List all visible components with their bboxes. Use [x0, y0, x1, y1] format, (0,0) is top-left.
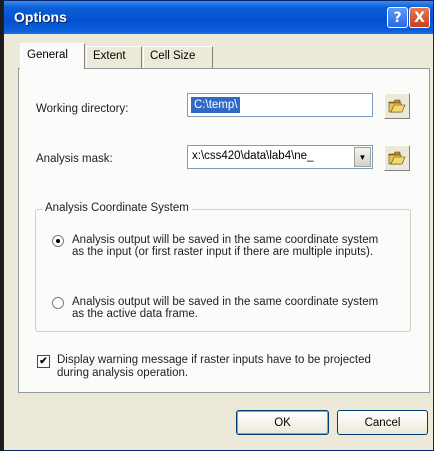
- analysis-mask-value: x:\css420\data\lab4\ne_: [192, 150, 314, 162]
- working-directory-input[interactable]: C:\temp\: [187, 93, 373, 117]
- analysis-mask-dropdown[interactable]: x:\css420\data\lab4\ne_ ▼: [187, 145, 373, 169]
- tab-extent[interactable]: Extent: [86, 46, 142, 68]
- coordinate-system-title: Analysis Coordinate System: [42, 202, 192, 214]
- ok-button[interactable]: OK: [236, 410, 329, 435]
- cancel-button[interactable]: Cancel: [337, 410, 428, 435]
- folder-open-icon: [388, 151, 406, 164]
- dialog-title: Options: [14, 9, 67, 25]
- help-button[interactable]: ?: [387, 7, 408, 28]
- tab-general[interactable]: General: [20, 43, 85, 69]
- options-dialog: Options ? X General Extent Cell Size Wor…: [3, 0, 434, 451]
- working-directory-label: Working directory:: [36, 103, 129, 115]
- coordinate-system-group: Analysis Coordinate System Analysis outp…: [35, 202, 411, 332]
- analysis-mask-browse-button[interactable]: [384, 145, 410, 171]
- tab-cell-size[interactable]: Cell Size: [143, 46, 213, 68]
- radio-active-data-frame[interactable]: [52, 297, 64, 309]
- working-directory-browse-button[interactable]: [384, 93, 410, 119]
- display-warning-label: Display warning message if raster inputs…: [57, 354, 371, 379]
- analysis-mask-label: Analysis mask:: [36, 153, 113, 165]
- radio-same-as-input-label: Analysis output will be saved in the sam…: [72, 234, 379, 258]
- radio-active-data-frame-label: Analysis output will be saved in the sam…: [72, 296, 379, 320]
- working-directory-value: C:\temp\: [191, 97, 241, 113]
- radio-same-as-input[interactable]: [52, 235, 64, 247]
- folder-open-icon: [388, 99, 406, 112]
- close-button[interactable]: X: [409, 7, 430, 28]
- chevron-down-icon[interactable]: ▼: [354, 147, 371, 167]
- general-panel: Working directory: C:\temp\ Analysis mas…: [18, 68, 430, 393]
- title-bar[interactable]: Options ? X: [4, 1, 433, 34]
- display-warning-checkbox[interactable]: ✔: [37, 355, 50, 368]
